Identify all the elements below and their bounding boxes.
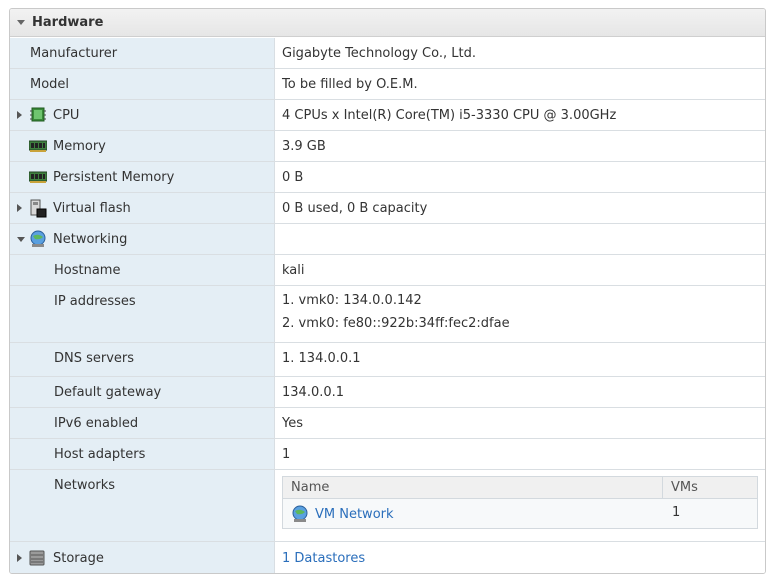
networks-table-header: Name VMs [283, 477, 757, 499]
row-default-gateway: Default gateway 134.0.0.1 [10, 377, 765, 408]
memory-module-icon [28, 170, 48, 186]
ip-address-item: 1. vmk0: 134.0.0.142 [282, 293, 422, 308]
row-value: Yes [282, 415, 303, 431]
row-host-adapters: Host adapters 1 [10, 439, 765, 470]
row-dns-servers: DNS servers 1. 134.0.0.1 [10, 343, 765, 377]
row-model: Model To be filled by O.E.M. [10, 69, 765, 100]
ip-address-list: 1. vmk0: 134.0.0.142 2. vmk0: fe80::922b… [282, 286, 510, 342]
network-link[interactable]: VM Network [315, 507, 394, 522]
network-vms-cell: 1 [672, 505, 681, 520]
network-globe-icon [29, 230, 47, 247]
row-label: Storage [53, 551, 104, 566]
row-label: Networking [53, 231, 128, 247]
row-value: kali [282, 262, 305, 278]
row-value: 4 CPUs x Intel(R) Core(TM) i5-3330 CPU @… [282, 107, 617, 123]
expand-arrow-icon[interactable] [17, 554, 22, 562]
row-value: 1 Datastores [282, 542, 365, 573]
row-value: 3.9 GB [282, 138, 326, 154]
collapse-arrow-icon[interactable] [17, 237, 25, 242]
row-value: To be filled by O.E.M. [282, 76, 418, 92]
row-value: 0 B [282, 169, 304, 185]
row-value: Gigabyte Technology Co., Ltd. [282, 45, 476, 61]
row-value: 1. 134.0.0.1 [282, 351, 361, 366]
row-storage[interactable]: Storage 1 Datastores [10, 542, 765, 573]
row-networks: Networks Name VMs VM Network 1 [10, 470, 765, 542]
row-ip-addresses: IP addresses 1. vmk0: 134.0.0.142 2. vmk… [10, 286, 765, 343]
row-hostname: Hostname kali [10, 255, 765, 286]
row-label: Host adapters [54, 446, 146, 462]
flash-device-icon [29, 199, 47, 218]
datastores-link[interactable]: 1 Datastores [282, 551, 365, 566]
row-value: 134.0.0.1 [282, 384, 345, 400]
row-label: Virtual flash [53, 200, 131, 216]
row-label: IPv6 enabled [54, 415, 139, 431]
cpu-chip-icon [29, 107, 47, 123]
column-header-name[interactable]: Name [291, 480, 329, 495]
row-label: Manufacturer [30, 45, 118, 61]
row-value: 1 [282, 446, 291, 462]
networks-table: Name VMs VM Network 1 [282, 476, 758, 529]
expand-arrow-icon[interactable] [17, 111, 22, 119]
row-label: CPU [53, 107, 80, 123]
panel-title: Hardware [32, 15, 104, 30]
row-value: 0 B used, 0 B capacity [282, 200, 428, 216]
row-memory: Memory 3.9 GB [10, 131, 765, 162]
row-label: Model [30, 76, 70, 92]
row-cpu[interactable]: CPU 4 CPUs x Intel(R) Core(TM) i5-3330 C… [10, 100, 765, 131]
table-row[interactable]: VM Network 1 [283, 499, 757, 528]
row-label: Persistent Memory [53, 169, 175, 185]
expand-arrow-icon[interactable] [17, 204, 22, 212]
memory-module-icon [28, 139, 48, 155]
column-header-vms[interactable]: VMs [671, 480, 698, 495]
network-name-cell[interactable]: VM Network [291, 505, 394, 523]
row-manufacturer: Manufacturer Gigabyte Technology Co., Lt… [10, 38, 765, 69]
collapse-caret-icon[interactable] [17, 20, 25, 25]
row-ipv6-enabled: IPv6 enabled Yes [10, 408, 765, 439]
row-networking[interactable]: Networking [10, 224, 765, 255]
row-persistent-memory: Persistent Memory 0 B [10, 162, 765, 193]
row-label: Memory [53, 138, 106, 154]
storage-disk-icon [29, 550, 47, 566]
row-label: DNS servers [54, 351, 135, 366]
hardware-panel: Hardware Manufacturer Gigabyte Technolog… [9, 8, 766, 574]
row-label: Default gateway [54, 384, 162, 400]
panel-header[interactable]: Hardware [10, 9, 765, 37]
row-virtual-flash[interactable]: Virtual flash 0 B used, 0 B capacity [10, 193, 765, 224]
row-label: IP addresses [54, 294, 136, 309]
row-label: Hostname [54, 262, 121, 278]
ip-address-item: 2. vmk0: fe80::922b:34ff:fec2:dfae [282, 316, 510, 331]
row-label: Networks [54, 478, 116, 493]
network-globe-icon [291, 505, 309, 523]
